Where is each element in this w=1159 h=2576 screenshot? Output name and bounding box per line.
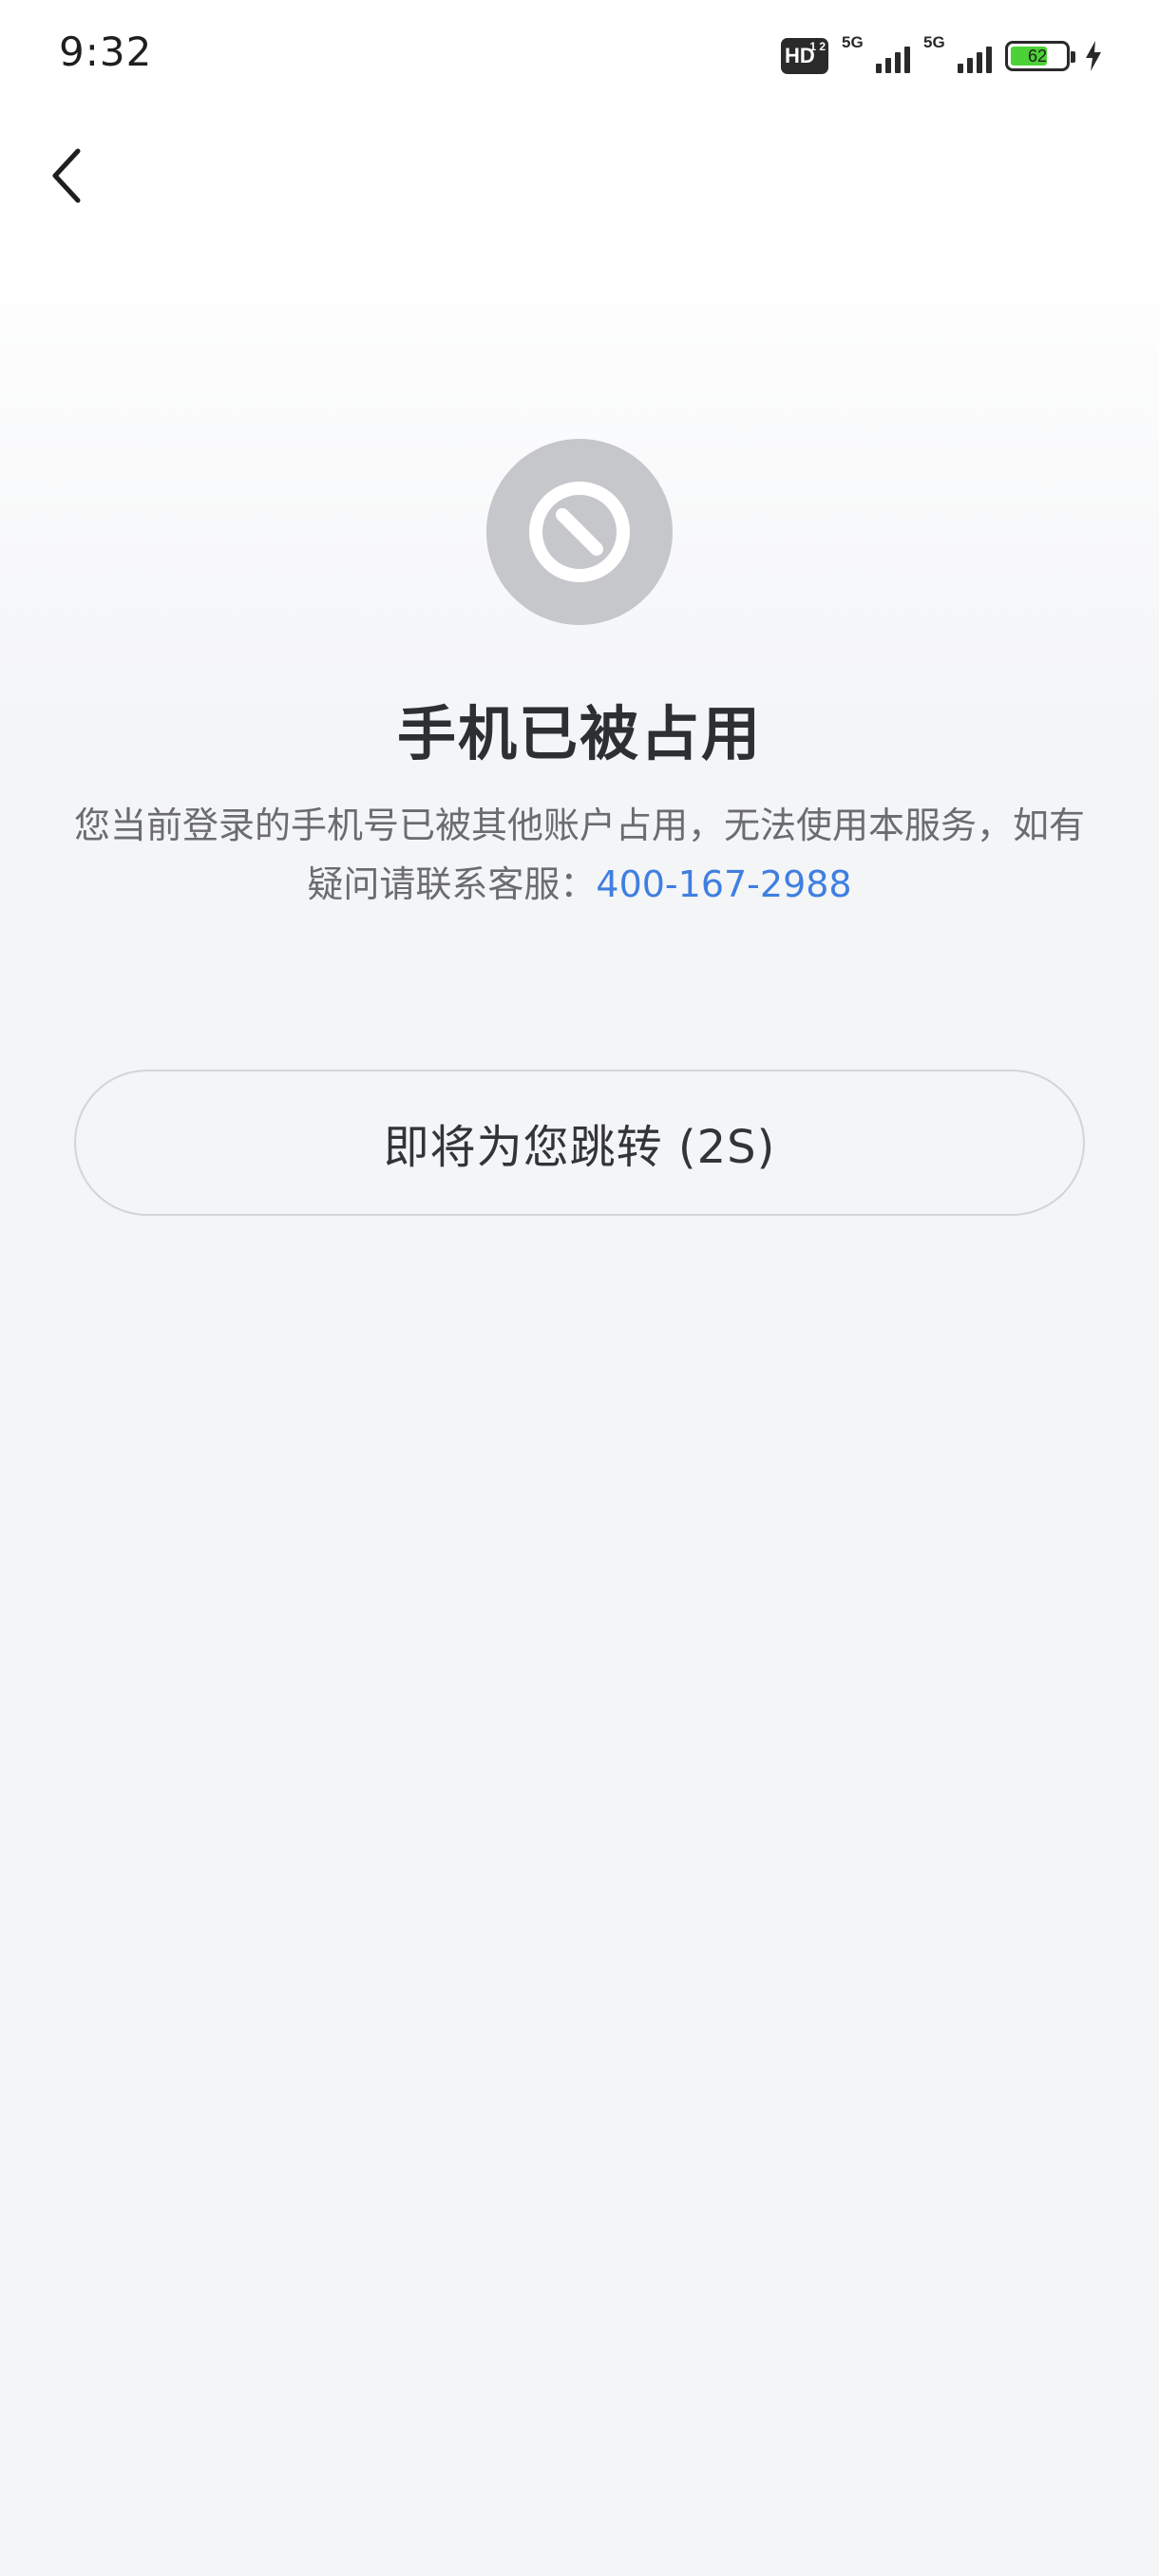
status-icons: HD 1 2 5G 5G 62 bbox=[781, 33, 1104, 76]
status-bar: 9:32 HD 1 2 5G 5G 62 bbox=[0, 0, 1159, 114]
page-title: 手机已被占用 bbox=[396, 699, 762, 768]
network-type-label-2: 5G bbox=[923, 33, 945, 51]
chevron-left-icon bbox=[52, 148, 81, 203]
description-text: 您当前登录的手机号已被其他账户占用，无法使用本服务，如有疑问请联系客服：400-… bbox=[66, 796, 1092, 914]
network-type-label-1: 5G bbox=[842, 33, 864, 51]
hd-sub-label: 1 2 bbox=[809, 40, 826, 53]
signal-strength-icon-2: 5G bbox=[923, 33, 992, 75]
customer-service-phone-link[interactable]: 400-167-2988 bbox=[596, 863, 851, 905]
signal-strength-icon-1: 5G bbox=[842, 33, 910, 75]
back-button[interactable] bbox=[28, 133, 104, 218]
battery-level: 62 bbox=[1027, 47, 1048, 66]
blocked-status-icon bbox=[486, 439, 673, 625]
battery-icon: 62 bbox=[1005, 41, 1075, 71]
hd-voice-icon: HD 1 2 bbox=[781, 38, 828, 74]
description-body: 您当前登录的手机号已被其他账户占用，无法使用本服务，如有疑问请联系客服： bbox=[73, 805, 1085, 905]
charging-icon bbox=[1086, 41, 1101, 71]
blocked-icon bbox=[529, 482, 630, 582]
status-time: 9:32 bbox=[59, 28, 153, 75]
redirect-countdown-button[interactable]: 即将为您跳转 (2S) bbox=[74, 1070, 1085, 1216]
